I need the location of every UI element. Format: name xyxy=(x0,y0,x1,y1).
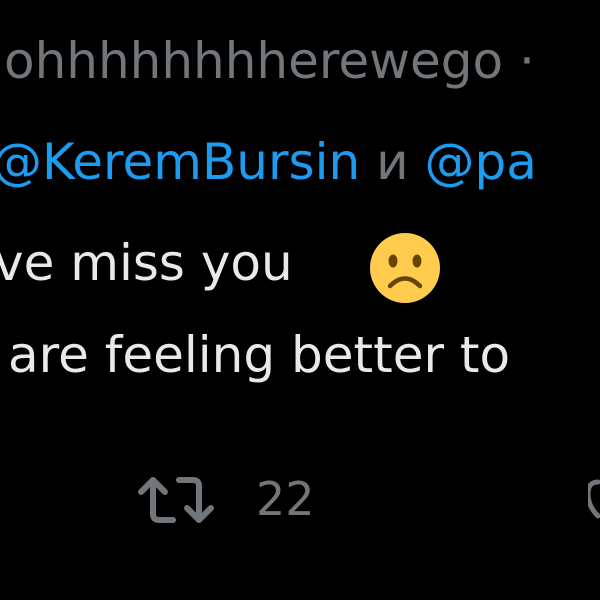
tweet[interactable]: ohhhhhhhherewego · @KeremBursin и @pa ve… xyxy=(0,0,600,600)
reply-mention-link[interactable]: @KeremBursin xyxy=(0,133,360,191)
reply-conjunction: и xyxy=(360,133,425,191)
tweet-text-line: are feeling better to xyxy=(8,326,511,384)
author-handle[interactable]: ohhhhhhhherewego · xyxy=(4,28,535,94)
retweet-count[interactable]: 22 xyxy=(256,468,315,530)
retweet-button[interactable] xyxy=(133,470,219,530)
like-icon[interactable] xyxy=(585,478,600,522)
tweet-action-bar: 22 xyxy=(0,460,600,540)
tweet-text-line: ve miss you xyxy=(0,234,293,292)
reply-mention-link[interactable]: @pa xyxy=(424,133,536,191)
retweet-icon xyxy=(138,477,214,523)
reply-to-line: @KeremBursin и @pa xyxy=(0,129,537,195)
slightly-frowning-face-emoji-icon xyxy=(368,231,442,305)
